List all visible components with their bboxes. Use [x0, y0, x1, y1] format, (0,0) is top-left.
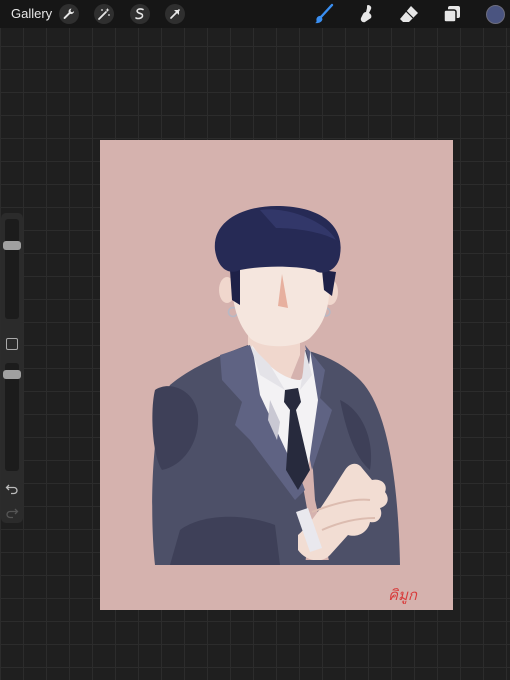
brush-size-slider[interactable]: [3, 219, 21, 319]
selection-icon[interactable]: [130, 4, 150, 24]
opacity-thumb[interactable]: [3, 370, 21, 379]
magic-wand-icon[interactable]: [94, 4, 114, 24]
brush-size-thumb[interactable]: [3, 241, 21, 250]
sidebar: [1, 213, 23, 523]
brush-icon[interactable]: [313, 3, 335, 25]
artist-signature: คิมูก: [388, 586, 418, 604]
undo-icon[interactable]: [5, 481, 19, 495]
wrench-icon[interactable]: [59, 4, 79, 24]
eraser-icon[interactable]: [398, 3, 420, 25]
modify-button[interactable]: [6, 338, 18, 350]
top-toolbar: Gallery: [0, 0, 510, 28]
layers-icon[interactable]: [441, 3, 463, 25]
drawing-canvas[interactable]: คิมูก: [100, 140, 453, 610]
color-picker[interactable]: [486, 5, 505, 24]
smudge-icon[interactable]: [356, 3, 378, 25]
redo-icon[interactable]: [5, 505, 19, 519]
transform-arrow-icon[interactable]: [165, 4, 185, 24]
illustration-portrait: [152, 205, 400, 565]
gallery-button[interactable]: Gallery: [11, 6, 52, 22]
opacity-slider[interactable]: [3, 363, 21, 471]
